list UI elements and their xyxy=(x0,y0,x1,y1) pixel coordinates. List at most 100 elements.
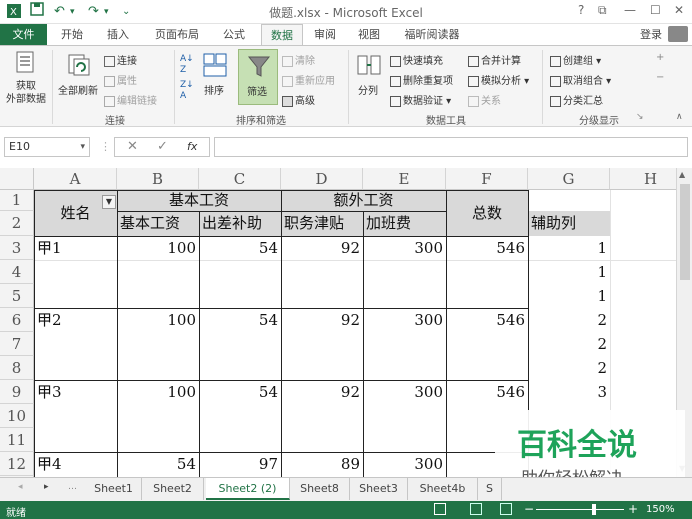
sheet-tab-sheet8[interactable]: Sheet8 xyxy=(290,478,350,500)
cell-d-row6[interactable]: 92 xyxy=(281,308,363,332)
text-to-columns-button[interactable]: 分列 xyxy=(358,82,378,97)
cell-header-helper[interactable]: 辅助列 xyxy=(528,211,610,236)
cell-c-row4[interactable] xyxy=(199,260,281,284)
sort-button[interactable]: 排序 xyxy=(204,82,224,97)
cell-c-row5[interactable] xyxy=(199,284,281,308)
cell-f-row7[interactable] xyxy=(446,332,528,356)
ungroup-button[interactable]: 取消组合 ▾ xyxy=(550,72,611,87)
cell-c-row7[interactable] xyxy=(199,332,281,356)
ribbon-display-button[interactable]: ⧉ xyxy=(598,3,607,18)
row-header-9[interactable]: 9 xyxy=(0,380,34,404)
cell-name-row6[interactable]: 甲2 xyxy=(34,308,117,332)
cell-c-row11[interactable] xyxy=(199,428,281,452)
row-header-1[interactable]: 1 xyxy=(0,190,34,211)
cell-f-row5[interactable] xyxy=(446,284,528,308)
cell-header-overtime[interactable]: 加班费 xyxy=(363,211,446,236)
sort-asc-icon[interactable]: A↓ Z xyxy=(180,54,194,76)
cell-e-row3[interactable]: 300 xyxy=(363,236,446,260)
row-header-8[interactable]: 8 xyxy=(0,356,34,380)
cell-b-row4[interactable] xyxy=(117,260,199,284)
row-header-6[interactable]: 6 xyxy=(0,308,34,332)
clear-filter-button[interactable]: 清除 xyxy=(282,52,315,67)
col-header-e[interactable]: E xyxy=(363,168,446,190)
cell-header-basic-pay[interactable]: 基本工资 xyxy=(117,211,199,236)
col-header-g[interactable]: G xyxy=(528,168,610,190)
scroll-thumb[interactable] xyxy=(680,184,690,280)
select-all-corner[interactable] xyxy=(0,168,34,190)
cell-b-row5[interactable] xyxy=(117,284,199,308)
cell-c-row3[interactable]: 54 xyxy=(199,236,281,260)
cell-name-row7[interactable] xyxy=(34,332,117,356)
sort-desc-icon[interactable]: Z↓ A xyxy=(180,80,194,102)
cell-d-row3[interactable]: 92 xyxy=(281,236,363,260)
cell-name-row8[interactable] xyxy=(34,356,117,380)
chevron-down-icon[interactable]: ▾ xyxy=(80,138,85,156)
tab-foxit-reader[interactable]: 福昕阅读器 xyxy=(396,24,468,45)
cell-name-row3[interactable]: 甲1 xyxy=(34,236,117,260)
cell-e-row6[interactable]: 300 xyxy=(363,308,446,332)
sheet-tab-sheet4b[interactable]: Sheet4b xyxy=(408,478,478,500)
enter-icon[interactable]: ✓ xyxy=(157,139,168,154)
edit-links-button[interactable]: 编辑链接 xyxy=(104,92,157,107)
col-header-b[interactable]: B xyxy=(117,168,199,190)
hide-detail-icon[interactable]: − xyxy=(656,72,664,83)
cell-f-row9[interactable]: 546 xyxy=(446,380,528,404)
cell-name-row10[interactable] xyxy=(34,404,117,428)
sheet-tab-sheet2[interactable]: Sheet2 xyxy=(142,478,204,500)
cell-g-row4[interactable]: 1 xyxy=(528,260,610,284)
cell-e-row5[interactable] xyxy=(363,284,446,308)
zoom-in-icon[interactable]: + xyxy=(628,502,638,516)
advanced-filter-button[interactable]: 高级 xyxy=(282,92,315,107)
tab-formulas[interactable]: 公式 xyxy=(214,24,254,45)
sheet-tab-sheet2-2[interactable]: Sheet2 (2) xyxy=(206,478,290,500)
zoom-level[interactable]: 150% xyxy=(646,504,675,515)
formula-input[interactable] xyxy=(214,137,688,157)
cell-b-row9[interactable]: 100 xyxy=(117,380,199,404)
row-header-11[interactable]: 11 xyxy=(0,428,34,452)
cell-b-row7[interactable] xyxy=(117,332,199,356)
cell-f-row4[interactable] xyxy=(446,260,528,284)
cell-f-row6[interactable]: 546 xyxy=(446,308,528,332)
cell-name-row5[interactable] xyxy=(34,284,117,308)
cell-d-row7[interactable] xyxy=(281,332,363,356)
minimize-button[interactable]: — xyxy=(624,3,636,17)
row-header-12[interactable]: 12 xyxy=(0,452,34,476)
cell-c-row12[interactable]: 97 xyxy=(199,452,281,476)
connections-button[interactable]: 连接 xyxy=(104,52,137,67)
subtotal-button[interactable]: 分类汇总 xyxy=(550,92,603,107)
cell-b-row3[interactable]: 100 xyxy=(117,236,199,260)
cell-c-row6[interactable]: 54 xyxy=(199,308,281,332)
cell-header-extra[interactable]: 额外工资 xyxy=(281,190,446,211)
sheet-prev-icon[interactable]: ◂ xyxy=(18,482,23,492)
tab-data[interactable]: 数据 xyxy=(261,24,303,46)
tab-view[interactable]: 视图 xyxy=(350,24,388,45)
cell-d-row12[interactable]: 89 xyxy=(281,452,363,476)
name-box[interactable]: E10 ▾ xyxy=(4,137,90,157)
cell-name-row9[interactable]: 甲3 xyxy=(34,380,117,404)
cell-name-row12[interactable]: 甲4 xyxy=(34,452,117,476)
cell-e-row4[interactable] xyxy=(363,260,446,284)
col-header-a[interactable]: A xyxy=(34,168,117,190)
flash-fill-button[interactable]: 快速填充 xyxy=(390,52,443,67)
tab-review[interactable]: 审阅 xyxy=(306,24,344,45)
cell-c-row8[interactable] xyxy=(199,356,281,380)
cell-header-total[interactable]: 总数 xyxy=(446,190,528,236)
normal-view-icon[interactable] xyxy=(434,503,446,515)
remove-duplicates-button[interactable]: 删除重复项 xyxy=(390,72,453,87)
row-header-10[interactable]: 10 xyxy=(0,404,34,428)
cell-f-row3[interactable]: 546 xyxy=(446,236,528,260)
cell-g-row3[interactable]: 1 xyxy=(528,236,610,260)
cell-e-row12[interactable]: 300 xyxy=(363,452,446,476)
cell-e-row11[interactable] xyxy=(363,428,446,452)
scroll-up-icon[interactable]: ▲ xyxy=(679,170,685,179)
sheet-more-icon[interactable]: … xyxy=(68,482,77,492)
cell-e-row9[interactable]: 300 xyxy=(363,380,446,404)
what-if-analysis-button[interactable]: 模拟分析 ▾ xyxy=(468,72,529,87)
sheet-next-icon[interactable]: ▸ xyxy=(44,482,49,492)
tab-page-layout[interactable]: 页面布局 xyxy=(146,24,208,45)
cell-f-row8[interactable] xyxy=(446,356,528,380)
cell-d-row10[interactable] xyxy=(281,404,363,428)
help-button[interactable]: ? xyxy=(578,3,584,17)
cell-header-travel[interactable]: 出差补助 xyxy=(199,211,281,236)
cell-b-row8[interactable] xyxy=(117,356,199,380)
